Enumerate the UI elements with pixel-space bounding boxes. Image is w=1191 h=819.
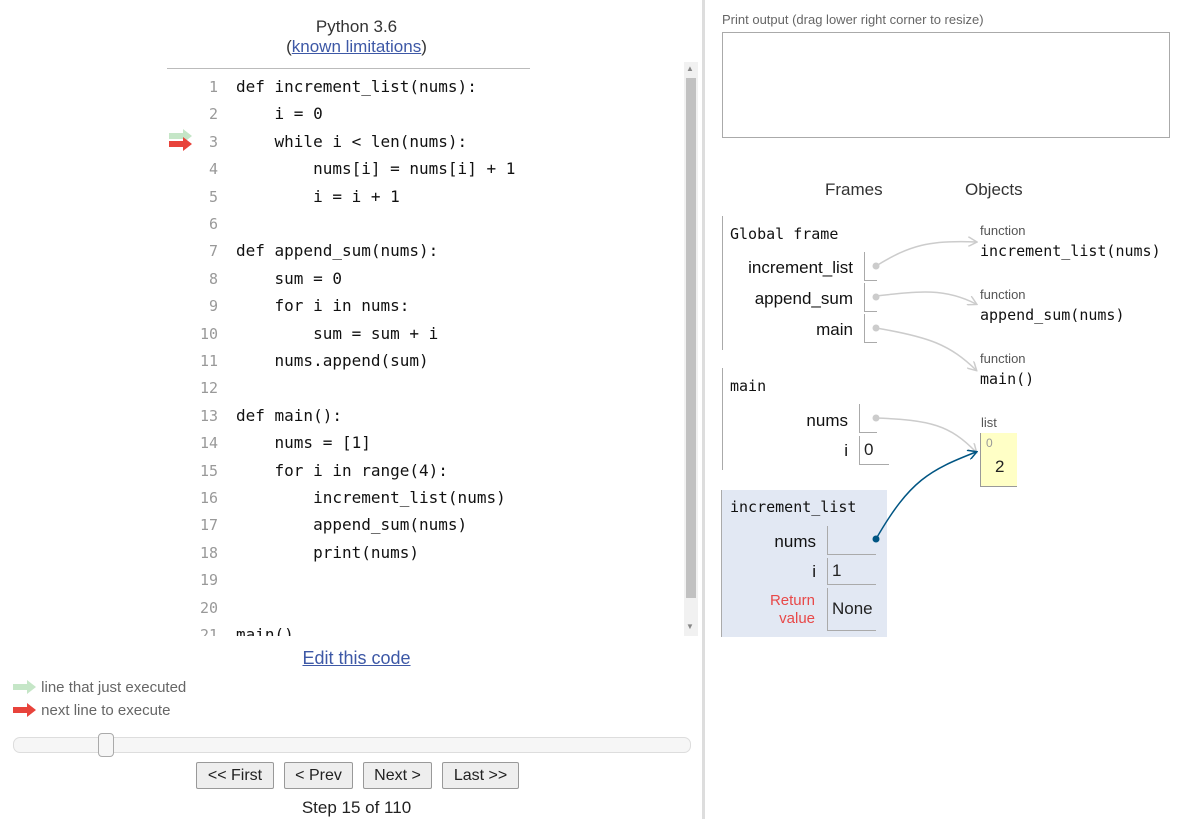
pointer-increment-list <box>875 242 976 267</box>
pointer-inc-nums <box>875 452 976 540</box>
pointer-arrows <box>872 0 1191 543</box>
pointer-main-nums <box>875 417 976 452</box>
pointer-append-sum <box>875 291 976 304</box>
pointer-main <box>875 327 976 370</box>
